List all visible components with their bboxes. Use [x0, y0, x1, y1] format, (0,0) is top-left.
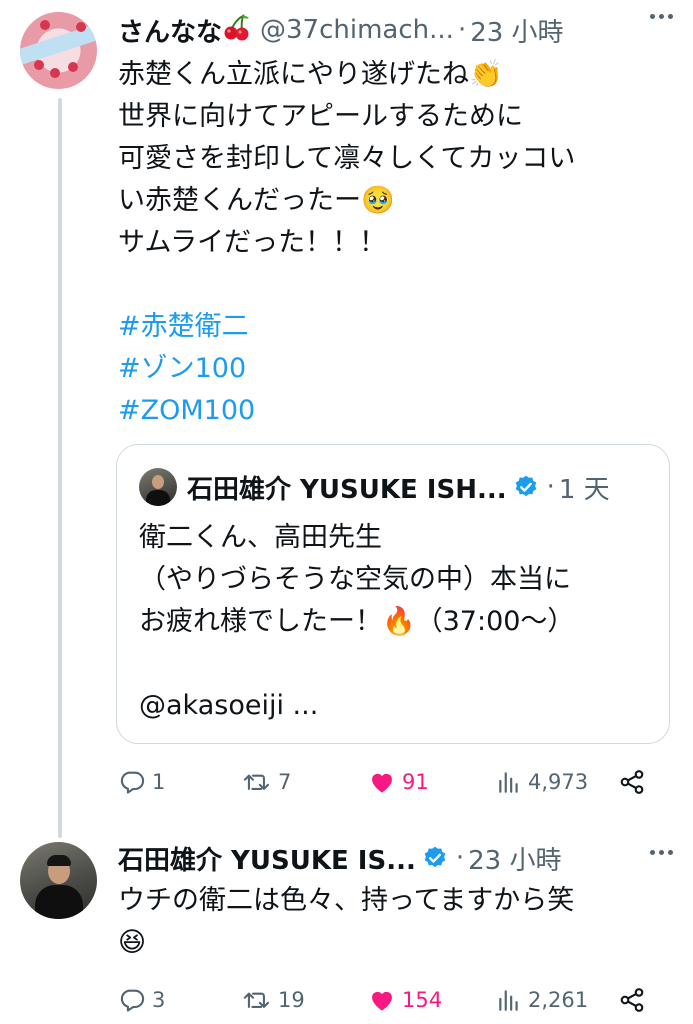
share-button[interactable] [618, 980, 646, 1020]
quoted-line [139, 643, 574, 685]
heart-filled-icon [368, 768, 396, 796]
reply-button[interactable]: 1 [118, 762, 165, 802]
reply-count: 1 [152, 770, 166, 794]
verified-badge-icon [422, 845, 448, 871]
tweet-line: サムライだった！！！ [118, 227, 387, 258]
separator-dot: · [455, 843, 465, 873]
views-bar-chart-icon [496, 768, 522, 796]
quoted-line-mention: @akasoeiji ... [139, 690, 319, 721]
more-options-icon[interactable] [650, 14, 673, 19]
reply-icon [118, 768, 146, 796]
quoted-line: 衛二くん、高田先生 [139, 522, 382, 553]
separator-dot: · [546, 472, 555, 502]
author-name[interactable]: さんなな [118, 12, 222, 49]
hashtag-link[interactable]: #ゾン100 [118, 348, 575, 390]
like-button[interactable]: 91 [368, 762, 429, 802]
share-icon [618, 986, 646, 1014]
timestamp[interactable]: 23 小時 [468, 840, 561, 877]
repost-icon [242, 768, 272, 796]
like-count: 154 [402, 988, 443, 1012]
views-count: 2,261 [528, 988, 589, 1012]
more-options-icon[interactable] [650, 850, 673, 855]
quoted-tweet-header: 石田雄介 YUSUKE ISH... · 1 天 [139, 467, 610, 507]
reply-line: ウチの衛二は色々、持ってますから笑 [118, 885, 575, 916]
tweet-text: 赤楚くん立派にやり遂げたね👏 世界に向けてアピールするために 可愛さを封印して凛… [118, 54, 575, 432]
reply-header: 石田雄介 YUSUKE IS... · 23 小時 [118, 838, 561, 878]
tweet-line: 可愛さを封印して凛々しくてカッコい [118, 143, 576, 174]
repost-icon [242, 986, 272, 1014]
repost-button[interactable]: 7 [242, 762, 291, 802]
author-handle[interactable]: @37chimach... [260, 15, 454, 45]
views-button[interactable]: 2,261 [496, 980, 588, 1020]
quoted-line: お疲れ様でしたー！🔥（37:00〜） [139, 606, 575, 637]
timestamp[interactable]: 23 小時 [470, 12, 563, 49]
quoted-timestamp: 1 天 [558, 474, 610, 505]
verified-badge-icon [513, 474, 539, 500]
author-name[interactable]: 石田雄介 YUSUKE IS... [118, 840, 416, 877]
tweet-line: い赤楚くんだったー🥹 [118, 185, 395, 216]
thread-connector-line [58, 98, 62, 838]
reply-icon [118, 986, 146, 1014]
quoted-line: （やりづらそうな空気の中）本当に [139, 564, 571, 595]
quoted-author-name: 石田雄介 YUSUKE ISH... [187, 474, 507, 505]
cherries-icon [222, 12, 252, 49]
reply-count: 3 [152, 988, 166, 1012]
views-button[interactable]: 4,973 [496, 762, 588, 802]
separator-dot: · [457, 15, 467, 45]
tweet-line: 赤楚くん立派にやり遂げたね👏 [118, 59, 503, 90]
avatar[interactable] [20, 12, 97, 89]
quoted-avatar [139, 468, 177, 506]
quoted-tweet-text: 衛二くん、高田先生 （やりづらそうな空気の中）本当に お疲れ様でしたー！🔥（37… [139, 517, 574, 727]
tweet-action-bar: 1 7 91 4,973 [118, 762, 648, 802]
like-button[interactable]: 154 [368, 980, 442, 1020]
reply-line: 😆 [118, 927, 147, 958]
share-icon [618, 768, 646, 796]
avatar[interactable] [20, 842, 97, 919]
tweet-line: 世界に向けてアピールするために [118, 101, 523, 132]
reply-action-bar: 3 19 154 2,261 [118, 980, 648, 1020]
hashtag-link[interactable]: #赤楚衛二 [118, 306, 575, 348]
views-bar-chart-icon [496, 986, 522, 1014]
repost-count: 7 [278, 770, 292, 794]
repost-button[interactable]: 19 [242, 980, 305, 1020]
share-button[interactable] [618, 762, 646, 802]
views-count: 4,973 [528, 770, 589, 794]
like-count: 91 [402, 770, 429, 794]
repost-count: 19 [278, 988, 305, 1012]
reply-text: ウチの衛二は色々、持ってますから笑 😆 [118, 880, 574, 964]
heart-filled-icon [368, 986, 396, 1014]
reply-button[interactable]: 3 [118, 980, 165, 1020]
tweet-header: さんなな @37chimach... · 23 小時 [118, 10, 564, 50]
quoted-tweet-card[interactable]: 石田雄介 YUSUKE ISH... · 1 天 衛二くん、高田先生 （やりづら… [116, 444, 670, 744]
hashtag-link[interactable]: #ZOM100 [118, 390, 575, 432]
